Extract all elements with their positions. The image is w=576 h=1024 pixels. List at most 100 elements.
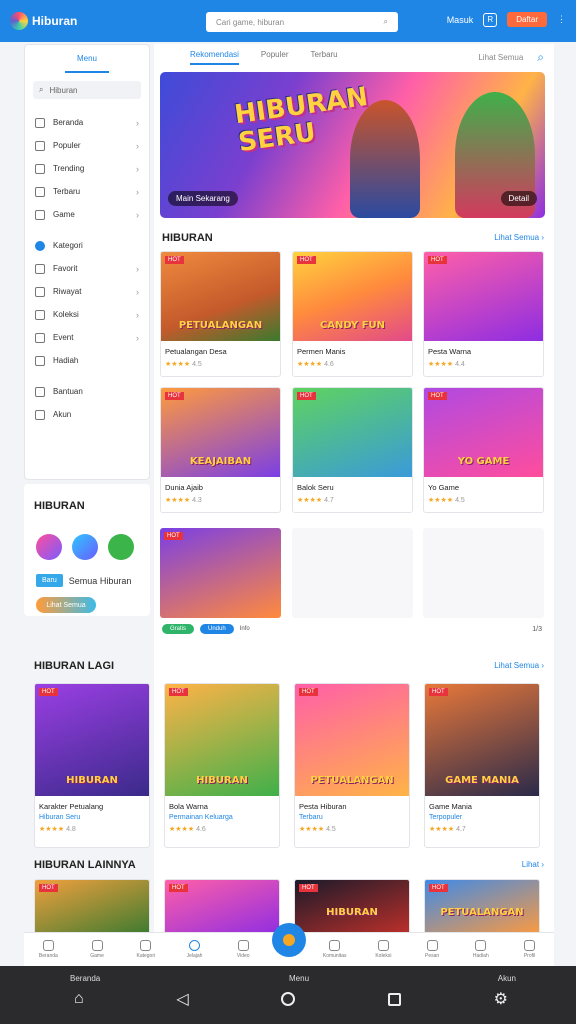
- sidebar-item-4[interactable]: Game ›: [25, 203, 149, 226]
- sidebar-item-label: Trending: [53, 164, 85, 173]
- home-icon[interactable]: [281, 992, 296, 1006]
- game-card[interactable]: HOT KEAJAIBAN Dunia Ajaib ★★★★ 4.3: [160, 387, 281, 513]
- nav-gift[interactable]: Hadiah: [461, 940, 501, 959]
- game-card[interactable]: HOT GAME MANIA Game Mania Terpopuler ★★★★ 4.…: [424, 683, 540, 848]
- game-subtitle: Terbaru: [299, 814, 323, 821]
- gift-icon: [35, 355, 45, 366]
- game-card[interactable]: HOT PETUALANGAN Petualangan Desa ★★★★ 4.5: [160, 251, 281, 377]
- app-icon-1[interactable]: [36, 534, 62, 560]
- game-card[interactable]: HOT Pesta Warna ★★★★ 4.4: [423, 251, 544, 377]
- nav-collection[interactable]: Koleksi: [363, 940, 403, 959]
- section-link[interactable]: Lihat ›: [522, 860, 544, 869]
- sidebar-item-10[interactable]: Hadiah: [25, 349, 149, 372]
- hero-banner[interactable]: HIBURAN SERU Main Sekarang Detail: [160, 72, 545, 218]
- thumb-title: PETUALANGAN: [440, 907, 524, 918]
- game-icon: [91, 940, 103, 951]
- game-card[interactable]: HOT HIBURAN Karakter Petualang Hiburan Seru…: [34, 683, 150, 848]
- sidebar-item-8[interactable]: Koleksi ›: [25, 303, 149, 326]
- sidebar-item-12[interactable]: Akun: [25, 403, 149, 426]
- more-menu-icon[interactable]: ⋮: [557, 14, 566, 25]
- tab-recommend[interactable]: Rekomendasi: [190, 50, 239, 65]
- section-link[interactable]: Lihat Semua ›: [494, 661, 544, 670]
- game-thumbnail: HOT: [424, 252, 543, 341]
- login-link[interactable]: Masuk: [447, 15, 474, 25]
- info-chip[interactable]: Info: [240, 626, 250, 632]
- profile-button[interactable]: R: [483, 12, 498, 27]
- game-card[interactable]: HOT Balok Seru ★★★★ 4.7: [292, 387, 413, 513]
- game-card[interactable]: HOT: [160, 528, 281, 618]
- app-icon-2[interactable]: [72, 534, 98, 560]
- see-all-button[interactable]: Lihat Semua: [36, 597, 96, 613]
- nav-label: Profil: [523, 953, 536, 959]
- game-thumbnail: HOT PETUALANGAN: [295, 684, 409, 796]
- section-link[interactable]: Lihat Semua ›: [494, 233, 544, 242]
- hot-tag: HOT: [165, 256, 184, 264]
- system-label-mid: Menu: [289, 974, 310, 983]
- game-card[interactable]: HOT: [164, 879, 280, 935]
- sidebar-item-5[interactable]: Kategori: [25, 234, 149, 257]
- hot-tag: HOT: [165, 392, 184, 400]
- home-icon: [42, 940, 54, 951]
- nav-community[interactable]: Komunitas: [315, 940, 355, 959]
- search-input[interactable]: Cari game, hiburan ⌕: [206, 12, 398, 32]
- home-house-icon[interactable]: ⌂: [74, 990, 84, 1008]
- sidebar-item-label: Terbaru: [53, 187, 81, 196]
- game-name: Pesta Warna: [428, 347, 472, 356]
- nav-message[interactable]: Pesan: [412, 940, 452, 959]
- heart-icon: [35, 263, 45, 274]
- recents-icon[interactable]: [387, 992, 401, 1006]
- register-button[interactable]: Daftar: [507, 12, 547, 27]
- rating: ★★★★ 4.3: [165, 497, 202, 504]
- sidebar-item-11[interactable]: Bantuan: [25, 380, 149, 403]
- search-icon[interactable]: ⌕: [384, 17, 388, 27]
- sidebar-tab[interactable]: Menu: [65, 45, 109, 73]
- gift-icon: [475, 940, 487, 951]
- download-chip[interactable]: Unduh: [200, 624, 234, 634]
- nav-game[interactable]: Game: [77, 940, 117, 959]
- sidebar-item-1[interactable]: Populer ›: [25, 134, 149, 157]
- game-card[interactable]: HOT HIBURAN: [294, 879, 410, 935]
- sidebar-item-6[interactable]: Favorit ›: [25, 257, 149, 280]
- app-logo[interactable]: Hiburan: [10, 12, 77, 30]
- game-subtitle: Terpopuler: [429, 814, 463, 821]
- settings-icon[interactable]: ⚙: [494, 989, 508, 1009]
- free-chip[interactable]: Gratis: [162, 624, 195, 634]
- app-icon-3[interactable]: [108, 534, 134, 560]
- hot-tag: HOT: [299, 884, 318, 892]
- sidebar-item-9[interactable]: Event ›: [25, 326, 149, 349]
- sidebar-search[interactable]: ⌕ Hiburan: [33, 81, 141, 99]
- game-card[interactable]: HOT PETUALANGAN Pesta Hiburan Terbaru ★★★★ 4…: [294, 683, 410, 848]
- rating: ★★★★ 4.8: [39, 826, 76, 833]
- sidebar-item-3[interactable]: Terbaru ›: [25, 180, 149, 203]
- nav-home[interactable]: Beranda: [28, 940, 68, 959]
- see-all-link[interactable]: Lihat Semua: [478, 53, 523, 62]
- chevron-right-icon: ›: [136, 263, 139, 274]
- back-icon[interactable]: ◁: [176, 989, 188, 1009]
- nav-profile[interactable]: Profil: [510, 940, 550, 959]
- sidebar-item-0[interactable]: Beranda ›: [25, 111, 149, 134]
- sidebar-item-label: Populer: [53, 141, 81, 150]
- history-icon: [35, 286, 45, 297]
- play-now-badge[interactable]: Main Sekarang: [168, 191, 238, 206]
- nav-video[interactable]: Video: [223, 940, 263, 959]
- nav-explore[interactable]: Jelajah: [175, 940, 215, 959]
- center-action-button[interactable]: [271, 922, 306, 957]
- game-card[interactable]: HOT YO GAME Yo Game ★★★★ 4.5: [423, 387, 544, 513]
- explore-icon: [189, 940, 201, 951]
- sidebar-item-7[interactable]: Riwayat ›: [25, 280, 149, 303]
- system-nav-bar: Beranda Menu Akun ⌂ ◁ ⚙: [0, 966, 576, 1024]
- sidebar-item-label: Bantuan: [53, 387, 83, 396]
- search-icon[interactable]: ⌕: [537, 50, 544, 65]
- game-thumbnail: HOT HIBURAN: [295, 880, 409, 934]
- nav-label: Komunitas: [322, 953, 347, 959]
- tab-popular[interactable]: Populer: [261, 50, 289, 65]
- game-card[interactable]: HOT CANDY FUN Permen Manis ★★★★ 4.6: [292, 251, 413, 377]
- game-card[interactable]: HOT HIBURAN Bola Warna Permainan Keluarga ★★…: [164, 683, 280, 848]
- banner-detail-button[interactable]: Detail: [500, 191, 537, 206]
- hot-tag: HOT: [169, 884, 188, 892]
- tab-new[interactable]: Terbaru: [311, 50, 338, 65]
- sidebar-item-2[interactable]: Trending ›: [25, 157, 149, 180]
- nav-grid[interactable]: Kategori: [126, 940, 166, 959]
- game-card[interactable]: HOT PETUALANGAN: [424, 879, 540, 935]
- game-card[interactable]: HOT: [34, 879, 150, 935]
